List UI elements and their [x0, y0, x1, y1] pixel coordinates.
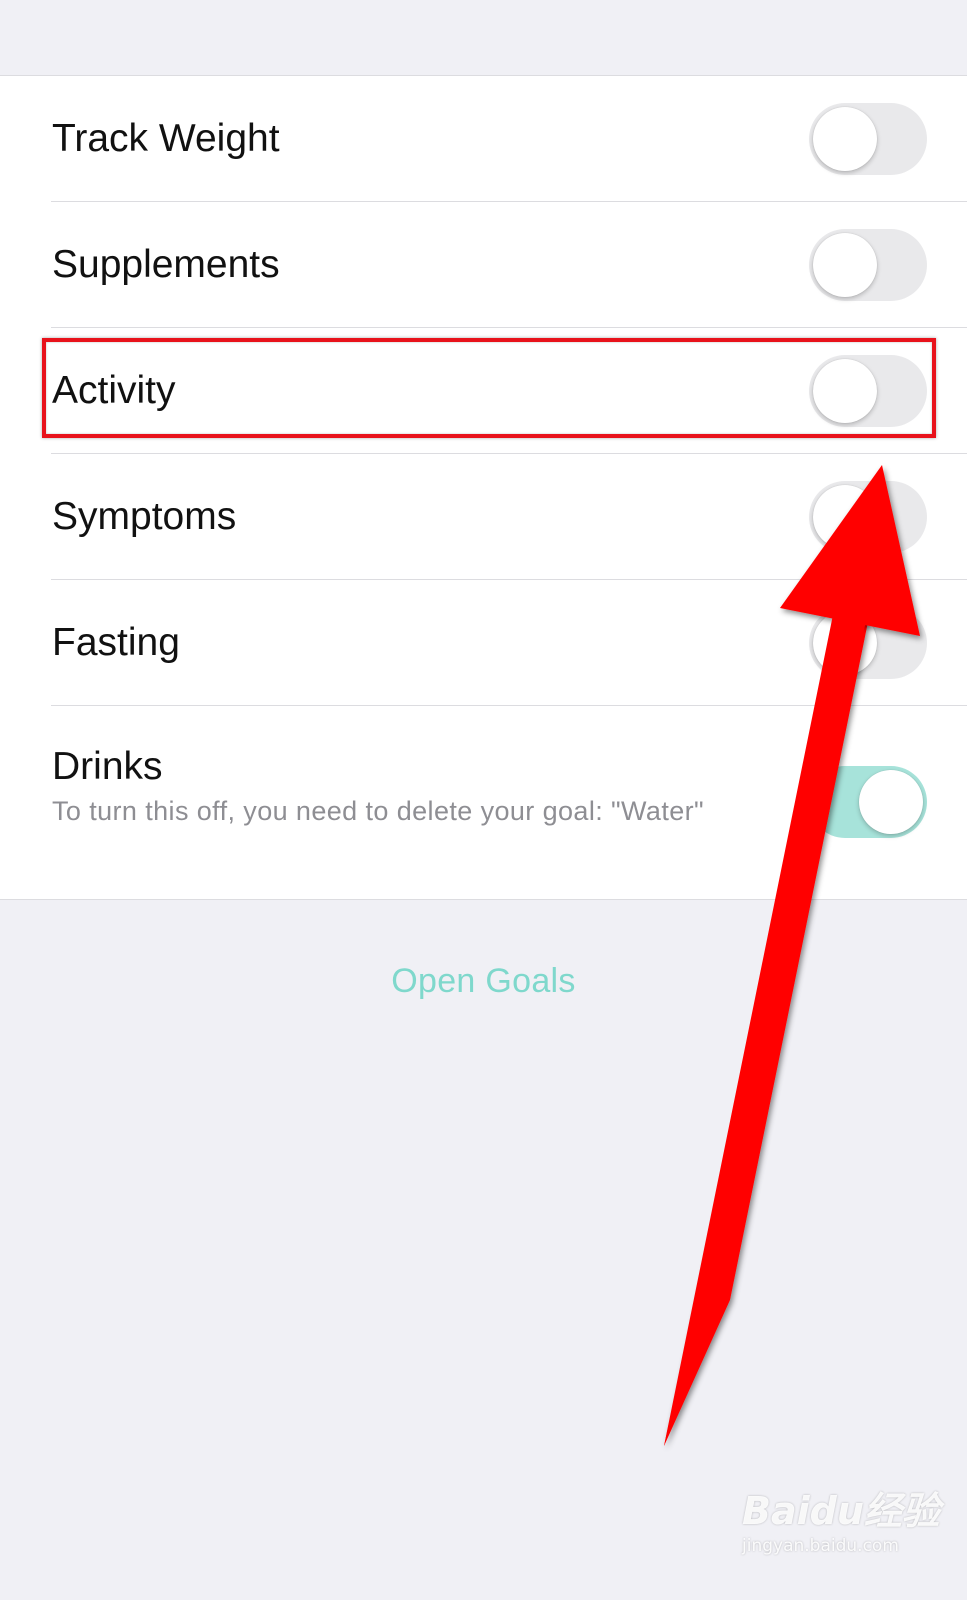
open-goals-button[interactable]: Open Goals	[0, 962, 967, 1001]
row-fasting: Fasting	[0, 580, 967, 706]
toggle-knob	[813, 611, 877, 675]
supplements-toggle[interactable]	[809, 229, 927, 301]
drinks-toggle[interactable]	[809, 766, 927, 838]
row-label: Track Weight	[52, 117, 280, 160]
toggle-knob	[813, 485, 877, 549]
row-label: Symptoms	[52, 495, 237, 538]
row-activity: Activity	[0, 328, 967, 454]
toggle-knob	[813, 359, 877, 423]
row-symptoms: Symptoms	[0, 454, 967, 580]
row-label: Activity	[52, 369, 176, 412]
row-label: Supplements	[52, 243, 280, 286]
track-weight-toggle[interactable]	[809, 103, 927, 175]
row-label: Drinks	[52, 745, 163, 788]
toggle-knob	[813, 107, 877, 171]
fasting-toggle[interactable]	[809, 607, 927, 679]
toggle-knob	[813, 233, 877, 297]
row-label: Fasting	[52, 621, 180, 664]
toggle-knob	[859, 770, 923, 834]
row-track-weight: Track Weight	[0, 76, 967, 202]
row-drinks: Drinks To turn this off, you need to del…	[0, 706, 967, 899]
activity-toggle[interactable]	[809, 355, 927, 427]
watermark-url: jingyan.baidu.com	[742, 1536, 899, 1556]
watermark-brand: Baidu经验	[742, 1489, 940, 1533]
baidu-watermark: Baidu经验 jingyan.baidu.com	[742, 1490, 942, 1580]
settings-list: Track Weight Supplements Activity Sympto…	[0, 75, 967, 900]
top-spacer	[0, 0, 967, 75]
row-supplements: Supplements	[0, 202, 967, 328]
row-sublabel: To turn this off, you need to delete you…	[52, 796, 705, 826]
symptoms-toggle[interactable]	[809, 481, 927, 553]
